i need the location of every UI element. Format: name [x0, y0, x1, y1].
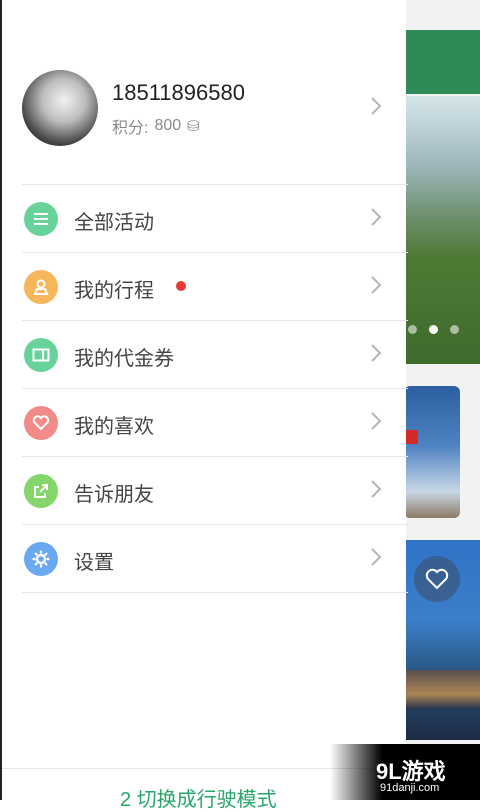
menu-item-label: 我的代金券	[74, 348, 174, 370]
menu-item-label: 设置	[74, 552, 114, 574]
background-card-1[interactable]	[404, 386, 460, 518]
carousel-dot	[450, 325, 459, 334]
profile-header[interactable]: 18511896580 积分: 800 ⛁	[22, 70, 388, 150]
heart-icon	[24, 406, 58, 440]
menu-item-my-trips[interactable]: 我的行程	[22, 253, 408, 321]
carousel-dots	[408, 325, 459, 334]
menu-item-label: 我的行程	[74, 280, 154, 302]
menu-item-my-vouchers[interactable]: 我的代金券	[22, 321, 408, 389]
chevron-right-icon	[370, 479, 382, 499]
chevron-right-icon	[370, 547, 382, 567]
voucher-icon	[24, 338, 58, 372]
points-value: 800	[154, 117, 182, 134]
points-row: 积分: 800 ⛁	[112, 114, 200, 138]
user-badge-icon	[24, 270, 58, 304]
avatar[interactable]	[22, 70, 98, 146]
chevron-right-icon	[370, 411, 382, 431]
watermark-url: 91danji.com	[380, 782, 440, 794]
user-phone: 18511896580	[112, 80, 245, 105]
coin-icon: ⛁	[187, 118, 200, 135]
menu-item-label: 全部活动	[74, 212, 154, 234]
chevron-right-icon	[370, 207, 382, 227]
background-card-2[interactable]	[400, 540, 480, 740]
harbor-lights	[400, 670, 480, 710]
background-top-bar	[400, 30, 480, 94]
gear-icon	[24, 542, 58, 576]
menu-item-settings[interactable]: 设置	[22, 525, 408, 593]
carousel-dot	[408, 325, 417, 334]
chevron-right-icon	[370, 343, 382, 363]
notification-dot	[176, 281, 186, 291]
share-icon	[24, 474, 58, 508]
favorite-heart-icon[interactable]	[414, 556, 460, 602]
menu-item-tell-friends[interactable]: 告诉朋友	[22, 457, 408, 525]
side-drawer: 18511896580 积分: 800 ⛁ 全部活动 我的行程 我的代金券 我的…	[0, 0, 408, 811]
background-hero-banner[interactable]	[400, 96, 480, 364]
drawer-menu: 全部活动 我的行程 我的代金券 我的喜欢 告诉朋友 设置	[2, 185, 408, 593]
menu-item-label: 告诉朋友	[74, 484, 154, 506]
carousel-dot-active	[429, 325, 438, 334]
list-icon	[24, 202, 58, 236]
menu-item-label: 我的喜欢	[74, 416, 154, 438]
points-label: 积分:	[112, 120, 149, 137]
chevron-right-icon	[370, 96, 382, 116]
switch-driving-mode-label: 2 切换成行驶模式	[120, 789, 277, 811]
menu-item-my-likes[interactable]: 我的喜欢	[22, 389, 408, 457]
menu-item-all-activities[interactable]: 全部活动	[22, 185, 408, 253]
chevron-right-icon	[370, 275, 382, 295]
